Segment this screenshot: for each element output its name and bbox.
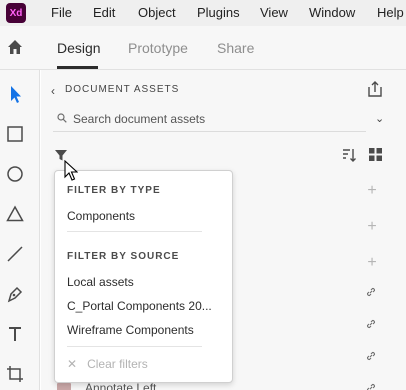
filter-dropdown: FILTER BY TYPE Components FILTER BY SOUR… <box>54 170 233 383</box>
app-logo: Xd <box>6 3 26 23</box>
sort-icon[interactable] <box>341 147 357 163</box>
link-icon[interactable] <box>365 350 377 362</box>
clear-filters-button[interactable]: ✕ Clear filters <box>67 357 148 371</box>
mode-tab-bar: Design Prototype Share <box>0 26 406 70</box>
add-color-icon[interactable]: + <box>365 183 379 199</box>
link-icon[interactable] <box>365 318 377 330</box>
clear-filters-label: Clear filters <box>87 357 148 371</box>
tools-panel <box>0 70 40 390</box>
filter-type-components[interactable]: Components <box>67 209 135 223</box>
grid-view-icon[interactable] <box>369 148 382 161</box>
rectangle-icon[interactable] <box>5 124 25 144</box>
menu-bar: Xd File Edit Object Plugins View Window … <box>0 0 406 26</box>
home-icon[interactable] <box>6 38 24 56</box>
select-icon[interactable] <box>5 84 25 104</box>
tab-share[interactable]: Share <box>217 40 254 56</box>
menu-edit[interactable]: Edit <box>93 5 115 20</box>
search-options-chevron-icon[interactable]: ⌄ <box>375 112 384 125</box>
share-export-icon[interactable] <box>366 80 384 98</box>
artboard-icon[interactable] <box>5 364 25 384</box>
panel-title: DOCUMENT ASSETS <box>65 84 180 95</box>
triangle-icon[interactable] <box>5 204 25 224</box>
divider <box>67 231 202 232</box>
pen-icon[interactable] <box>5 284 25 304</box>
divider <box>67 346 202 347</box>
link-icon[interactable] <box>365 382 377 390</box>
add-component-icon[interactable]: + <box>365 255 379 271</box>
filter-source-wireframe-components[interactable]: Wireframe Components <box>67 323 194 337</box>
back-chevron-icon[interactable]: ‹ <box>51 84 55 98</box>
filter-source-portal-components[interactable]: C_Portal Components 20... <box>67 299 212 313</box>
component-thumbnail <box>57 383 71 390</box>
link-icon[interactable] <box>365 286 377 298</box>
mouse-cursor-icon <box>64 160 78 181</box>
search-bar <box>53 108 366 132</box>
menu-object[interactable]: Object <box>138 5 176 20</box>
menu-window[interactable]: Window <box>309 5 355 20</box>
tab-design[interactable]: Design <box>57 40 101 56</box>
close-icon: ✕ <box>67 357 78 371</box>
filter-by-type-heading: FILTER BY TYPE <box>67 185 161 196</box>
menu-file[interactable]: File <box>51 5 72 20</box>
tab-prototype[interactable]: Prototype <box>128 40 188 56</box>
menu-help[interactable]: Help <box>377 5 404 20</box>
search-icon <box>57 113 67 123</box>
line-icon[interactable] <box>5 244 25 264</box>
filter-by-source-heading: FILTER BY SOURCE <box>67 251 180 262</box>
filter-source-local-assets[interactable]: Local assets <box>67 275 134 289</box>
active-tab-indicator <box>57 66 98 69</box>
menu-plugins[interactable]: Plugins <box>197 5 240 20</box>
add-character-style-icon[interactable]: + <box>365 219 379 235</box>
ellipse-icon[interactable] <box>5 164 25 184</box>
search-input[interactable] <box>73 109 353 129</box>
menu-view[interactable]: View <box>260 5 288 20</box>
text-icon[interactable] <box>5 324 25 344</box>
